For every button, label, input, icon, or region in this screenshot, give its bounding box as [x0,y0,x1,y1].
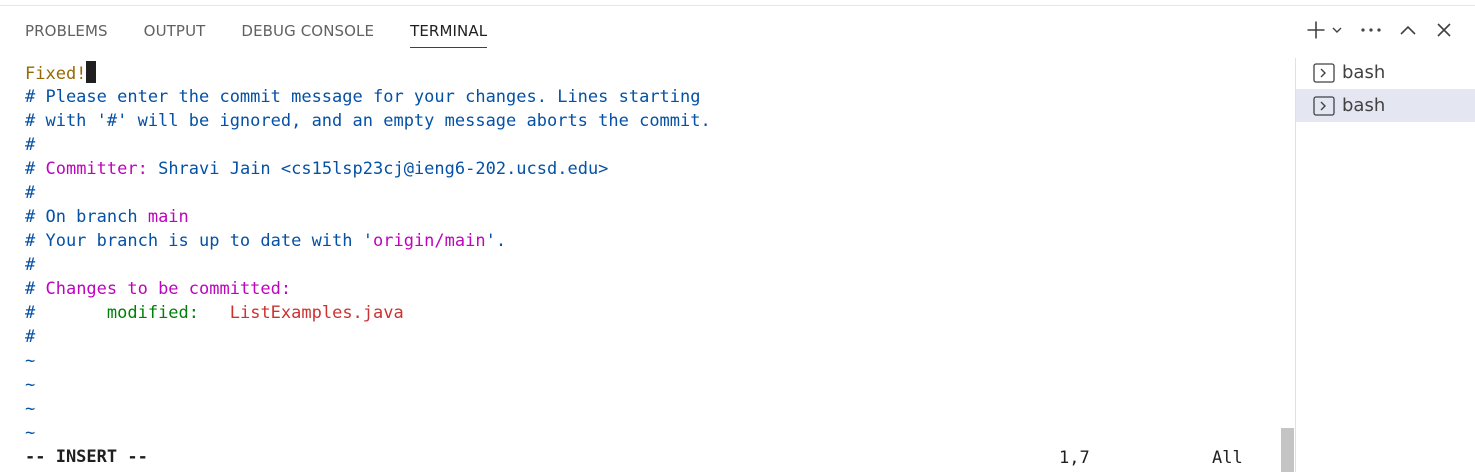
terminal-text: Fixed! [25,64,87,84]
panel-tabs: PROBLEMS OUTPUT DEBUG CONSOLE TERMINAL [25,6,523,50]
ellipsis-icon [1360,27,1382,33]
terminal-text: ListExamples.java [229,303,404,323]
terminal-line: # Changes to be committed: [25,277,291,301]
terminal-tabs-list: bash bash [1296,56,1475,122]
terminal-text: # [25,279,46,299]
terminal-text: # Please enter the commit message for yo… [25,87,701,107]
text-cursor [86,61,97,83]
terminal-text: # On branch [25,207,148,227]
terminal-text: # [25,135,36,155]
terminal-text: ~ [25,423,36,443]
terminal-scrollbar-track[interactable] [1280,58,1294,472]
terminal-text: ~ [25,351,36,371]
terminal-icon [1313,62,1335,83]
chevron-down-icon [1331,24,1343,36]
terminal-text: # [25,183,36,203]
panel-actions [1305,18,1453,42]
terminal-tab-bash-2[interactable]: bash [1296,89,1475,122]
close-icon [1436,22,1452,38]
terminal-text: # [25,327,36,347]
terminal-text: Changes to be committed: [45,279,292,299]
panel-header: PROBLEMS OUTPUT DEBUG CONSOLE TERMINAL [0,6,1475,50]
terminal-line: ~ [25,421,35,445]
terminal-line: # Committer: Shravi Jain <cs15lsp23cj@ie… [25,157,608,181]
terminal-text: '. [485,231,507,251]
terminal-line: ~ [25,397,35,421]
terminal-line: -- INSERT -- [25,445,148,469]
terminal-line: # Please enter the commit message for yo… [25,85,701,109]
terminal-text: origin/main [373,231,486,251]
plus-icon [1306,20,1326,40]
terminal-text: # Your branch is up to date with ' [25,231,373,251]
terminal-text: # with '#' will be ignored, and an empty… [25,111,711,131]
tab-debug-console[interactable]: DEBUG CONSOLE [241,6,374,50]
terminal-line: # [25,181,35,205]
terminal-line: # modified: ListExamples.java [25,301,404,325]
terminal-text: Committer: [45,159,148,179]
vim-cursor-position: 1,7 [1059,448,1090,468]
terminal-tab-label: bash [1342,62,1386,83]
terminal-text: # [25,303,97,323]
terminal-text: -- INSERT -- [25,447,148,467]
terminal-line: # [25,253,35,277]
terminal-profile-dropdown[interactable] [1327,18,1347,42]
terminal-icon [1313,95,1335,116]
terminal-tab-label: bash [1342,95,1386,116]
terminal-text: ~ [25,375,36,395]
close-panel-button[interactable] [1435,18,1453,42]
more-actions-button[interactable] [1359,18,1383,42]
terminal-text: modified: [96,303,200,323]
tab-terminal[interactable]: TERMINAL [410,6,488,50]
terminal-scrollbar-thumb[interactable] [1281,428,1294,472]
terminal-line: # [25,325,35,349]
tab-problems[interactable]: PROBLEMS [25,6,108,50]
terminal-line: ~ [25,349,35,373]
terminal-line: ~ [25,373,35,397]
terminal-text: ~ [25,399,36,419]
maximize-panel-button[interactable] [1397,18,1419,42]
chevron-up-icon [1399,24,1417,36]
terminal-tab-bash-1[interactable]: bash [1296,56,1475,89]
terminal-line: # Your branch is up to date with 'origin… [25,229,506,253]
terminal-text: main [147,207,189,227]
terminal-line: Fixed! [25,61,97,85]
terminal-line: # On branch main [25,205,189,229]
vim-scroll-indicator: All [1212,448,1243,468]
terminal-line: # [25,133,35,157]
terminal-text: Shravi Jain <cs15lsp23cj@ieng6-202.ucsd.… [147,159,609,179]
terminal-text: # [25,255,36,275]
terminal-text: # [25,159,46,179]
new-terminal-button[interactable] [1305,18,1327,42]
tab-output[interactable]: OUTPUT [144,6,206,50]
terminal-line: # with '#' will be ignored, and an empty… [25,109,711,133]
